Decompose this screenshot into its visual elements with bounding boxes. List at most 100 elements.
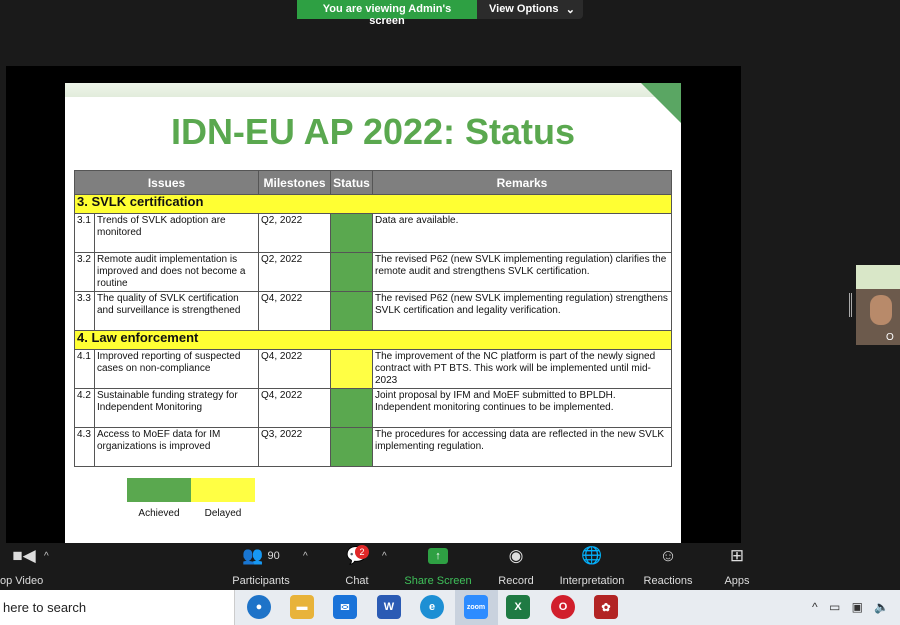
header-milestones: Milestones <box>258 170 331 195</box>
slide-top-bar <box>65 83 681 97</box>
status-cell <box>330 252 373 292</box>
participants-button[interactable]: 👥 90 Participants <box>226 543 296 587</box>
issue-number: 3.3 <box>74 291 95 331</box>
chat-icon: 💬 2 <box>337 543 377 569</box>
viewing-screen-message: You are viewing Admin's screen <box>297 0 477 27</box>
smiley-icon: ☺ <box>659 546 677 565</box>
chat-button[interactable]: 💬 2 Chat <box>337 543 377 587</box>
globe-icon: 🌐 <box>581 546 603 565</box>
status-cell <box>330 427 373 467</box>
participant-face <box>870 295 892 325</box>
participants-icon: 👥 <box>242 546 264 565</box>
video-label: op Video <box>0 575 44 587</box>
milestone-text: Q2, 2022 <box>258 252 331 292</box>
share-screen-button[interactable]: ↑ Share Screen <box>402 543 474 587</box>
header-status: Status <box>330 170 373 195</box>
table-row: 4.1 Improved reporting of suspected cases… <box>74 349 672 389</box>
interpretation-label: Interpretation <box>559 575 625 587</box>
search-placeholder: here to search <box>3 600 87 615</box>
issue-number: 3.1 <box>74 213 95 253</box>
interpretation-button[interactable]: 🌐 Interpretation <box>553 543 631 587</box>
table-row: 3.2 Remote audit implementation is improv… <box>74 252 672 292</box>
taskbar-search-box[interactable]: here to search <box>0 590 235 625</box>
share-screen-icon-wrap: ↑ <box>402 543 474 569</box>
table-row: 3.1 Trends of SVLK adoption are monitored… <box>74 213 672 253</box>
windows-taskbar: here to search ● ▬ ✉ W e zoom X O ✿ ^ ▭ … <box>0 590 900 625</box>
view-options-button[interactable]: View Options ⌄ <box>477 0 583 19</box>
apps-button[interactable]: ⊞ Apps <box>718 543 756 587</box>
issue-text: Trends of SVLK adoption are monitored <box>94 213 259 253</box>
issue-text: Sustainable funding strategy for Indepen… <box>94 388 259 428</box>
status-cell <box>330 291 373 331</box>
table-header-row: Issues Milestones Status Remarks <box>74 170 672 195</box>
video-camera-icon: ■◀ <box>12 546 36 565</box>
status-table: Issues Milestones Status Remarks 3. SVLK… <box>74 170 672 467</box>
issue-number: 4.2 <box>74 388 95 428</box>
section-title: 3. SVLK certification <box>74 194 672 214</box>
issue-number: 4.3 <box>74 427 95 467</box>
system-tray-icons[interactable]: ^ ▭ ▣ 🔈 <box>812 600 893 614</box>
table-row: 4.2 Sustainable funding strategy for Inde… <box>74 388 672 428</box>
presentation-slide: IDN-EU AP 2022: Status Issues Milestones… <box>65 83 681 543</box>
slide-title: IDN-EU AP 2022: Status <box>170 111 576 152</box>
remark-text: The revised P62 (new SVLK implementing r… <box>372 291 672 331</box>
meeting-toolbar: ■◀ op Video ^ 👥 90 Participants ^ 💬 2 Ch… <box>0 543 900 590</box>
excel-icon[interactable]: X <box>506 595 530 619</box>
chrome-icon[interactable]: ● <box>247 595 271 619</box>
file-explorer-icon[interactable]: ▬ <box>290 595 314 619</box>
participant-video-thumbnail[interactable]: O <box>856 265 900 345</box>
record-button[interactable]: ◉ Record <box>494 543 538 587</box>
milestone-text: Q2, 2022 <box>258 213 331 253</box>
remark-text: Joint proposal by IFM and MoEF submitted… <box>372 388 672 428</box>
issue-text: Access to MoEF data for IM organizations… <box>94 427 259 467</box>
mail-icon[interactable]: ✉ <box>333 595 357 619</box>
chat-options-caret[interactable]: ^ <box>382 551 387 562</box>
edge-icon[interactable]: e <box>420 595 444 619</box>
legend-delayed-swatch <box>191 478 255 502</box>
legend-achieved-label: Achieved <box>138 508 180 519</box>
participants-options-caret[interactable]: ^ <box>303 551 308 562</box>
record-icon: ◉ <box>508 546 524 565</box>
section-row: 4. Law enforcement <box>74 330 672 350</box>
issue-number: 4.1 <box>74 349 95 389</box>
chat-label: Chat <box>345 575 369 587</box>
share-screen-label: Share Screen <box>404 575 472 587</box>
chevron-down-icon: ⌄ <box>565 4 575 16</box>
participants-count: 90 <box>267 550 280 562</box>
zoom-taskbar-active: zoom <box>455 590 498 625</box>
status-cell <box>330 349 373 389</box>
legend-delayed-label: Delayed <box>204 508 242 519</box>
zoom-icon[interactable]: zoom <box>464 595 488 619</box>
milestone-text: Q4, 2022 <box>258 291 331 331</box>
milestone-text: Q4, 2022 <box>258 388 331 428</box>
remark-text: The procedures for accessing data are re… <box>372 427 672 467</box>
reactions-button[interactable]: ☺ Reactions <box>640 543 696 587</box>
remark-text: The revised P62 (new SVLK implementing r… <box>372 252 672 292</box>
word-icon[interactable]: W <box>377 595 401 619</box>
share-screen-icon: ↑ <box>428 548 448 564</box>
app-icon[interactable]: ✿ <box>594 595 618 619</box>
participants-icon-wrap: 👥 90 <box>226 543 296 569</box>
apps-label: Apps <box>724 575 750 587</box>
issue-number: 3.2 <box>74 252 95 292</box>
reactions-label: Reactions <box>643 575 693 587</box>
header-remarks: Remarks <box>372 170 672 195</box>
thumbnail-drag-handle[interactable] <box>849 293 852 317</box>
section-title: 4. Law enforcement <box>74 330 672 350</box>
opera-icon[interactable]: O <box>551 595 575 619</box>
milestone-text: Q4, 2022 <box>258 349 331 389</box>
issue-text: Improved reporting of suspected cases on… <box>94 349 259 389</box>
table-row: 3.3 The quality of SVLK certification and… <box>74 291 672 331</box>
video-button[interactable]: ■◀ op Video <box>0 543 48 587</box>
header-issues: Issues <box>74 170 259 195</box>
remark-text: Data are available. <box>372 213 672 253</box>
apps-icon: ⊞ <box>729 546 745 565</box>
status-cell <box>330 388 373 428</box>
video-options-caret[interactable]: ^ <box>44 551 49 562</box>
issue-text: Remote audit implementation is improved … <box>94 252 259 292</box>
milestone-text: Q3, 2022 <box>258 427 331 467</box>
record-label: Record <box>498 575 534 587</box>
section-row: 3. SVLK certification <box>74 194 672 214</box>
view-options-label: View Options <box>489 3 559 15</box>
participants-label: Participants <box>232 575 290 587</box>
